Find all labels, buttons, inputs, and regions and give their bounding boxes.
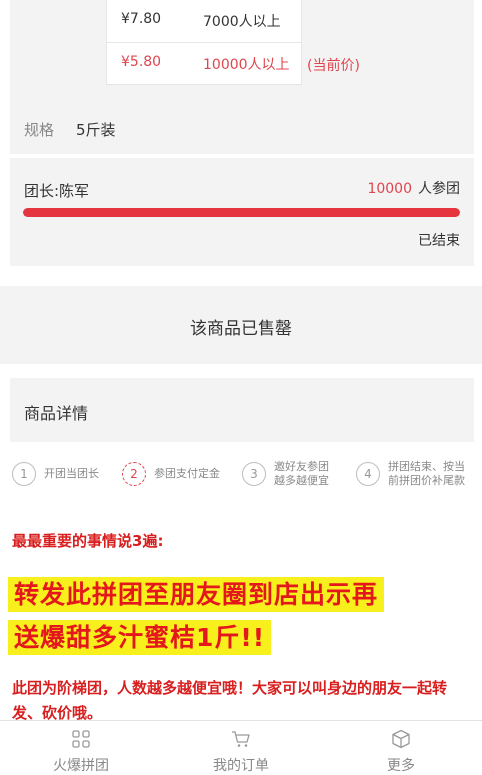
- participant-count: 10000 人参团: [367, 178, 460, 198]
- promo-highlight-line-1: 转发此拼团至朋友圈到店出示再: [8, 575, 385, 612]
- tier-price: ¥5.80: [121, 54, 162, 70]
- step-label-line: 前拼团价补尾款: [388, 474, 465, 487]
- grid-icon: [72, 730, 90, 748]
- price-tier-row-current: ¥5.80 10000人以上: [107, 43, 301, 85]
- price-tier-row: ¥7.80 7000人以上: [107, 0, 301, 43]
- tab-label: 火爆拼团: [53, 758, 109, 774]
- step-number-icon: 3: [242, 462, 266, 486]
- tab-more[interactable]: 更多: [321, 721, 481, 774]
- step-label-line: 邀好友参团: [274, 460, 329, 473]
- group-progress-bar: [23, 208, 460, 217]
- step-label-line: 越多越便宜: [274, 474, 329, 487]
- promo-highlight-text: 送爆甜多汁蜜桔1斤!!: [8, 620, 272, 655]
- step-label-line: 拼团结束、按当: [388, 460, 465, 473]
- group-leader: 团长:陈军: [24, 182, 90, 200]
- bottom-tab-bar: 火爆拼团 我的订单 更多: [0, 720, 482, 774]
- promo-description: 此团为阶梯团，人数越多越便宜哦！大家可以叫身边的朋友一起转发、砍价哦。: [12, 679, 448, 722]
- spec-label: 规格: [24, 121, 55, 139]
- price-tier-table: ¥7.80 7000人以上 ¥5.80 10000人以上: [106, 0, 302, 85]
- promo-heading: 最最重要的事情说3遍:: [12, 532, 164, 550]
- spec-value: 5斤装: [76, 121, 116, 139]
- step-label: 邀好友参团 越多越便宜: [274, 460, 329, 488]
- participant-count-number: 10000: [367, 181, 412, 197]
- step-label: 参团支付定金: [154, 467, 220, 480]
- step-label: 开团当团长: [44, 467, 99, 480]
- group-progress-fill: [23, 208, 460, 217]
- promo-highlight-line-2: 送爆甜多汁蜜桔1斤!!: [8, 618, 272, 655]
- step-number-icon: 2: [122, 462, 146, 486]
- current-price-tag: (当前价): [307, 58, 360, 74]
- group-status: 已结束: [418, 233, 460, 249]
- step-label: 拼团结束、按当 前拼团价补尾款: [388, 460, 465, 488]
- tier-price: ¥7.80: [121, 11, 162, 27]
- tab-label: 更多: [387, 758, 415, 774]
- tab-label: 我的订单: [213, 758, 269, 774]
- box-icon: [392, 729, 410, 749]
- promo-highlight-text: 转发此拼团至朋友圈到店出示再: [8, 577, 385, 612]
- product-detail-title: 商品详情: [24, 404, 89, 423]
- tier-people: 7000人以上: [203, 14, 281, 30]
- cart-icon: [232, 731, 250, 747]
- participant-count-unit: 人参团: [418, 181, 460, 197]
- step-number-icon: 4: [356, 462, 380, 486]
- tab-my-orders[interactable]: 我的订单: [161, 721, 321, 774]
- tier-people: 10000人以上: [203, 57, 290, 73]
- soldout-text: 该商品已售罄: [190, 319, 292, 339]
- step-number-icon: 1: [12, 462, 36, 486]
- tab-group-buy[interactable]: 火爆拼团: [1, 721, 161, 774]
